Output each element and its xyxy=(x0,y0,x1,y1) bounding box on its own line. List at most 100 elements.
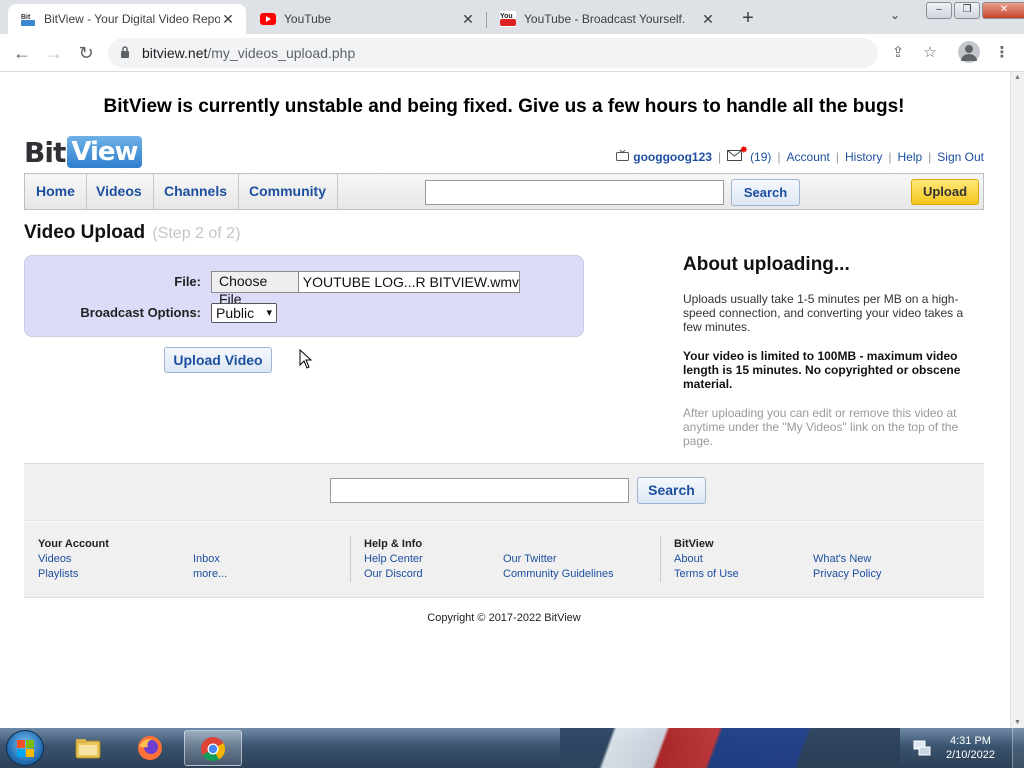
window-controls: – ❐ ✕ xyxy=(924,2,1024,19)
footer-link-privacy-policy[interactable]: Privacy Policy xyxy=(813,568,881,580)
profile-avatar-icon[interactable] xyxy=(958,41,980,63)
chrome-icon xyxy=(201,737,225,762)
tv-icon xyxy=(616,149,630,164)
system-tray: 4:31 PM 2/10/2022 xyxy=(912,728,995,768)
taskbar-firefox[interactable] xyxy=(122,730,180,766)
bitview-favicon-icon: Bit xyxy=(20,11,36,27)
inbox-mail-icon[interactable]: ✸ xyxy=(727,145,748,164)
tab-search-chevron-icon[interactable]: ⌄ xyxy=(890,8,900,22)
file-input[interactable]: Choose File YOUTUBE LOG...R BITVIEW.wmv xyxy=(211,271,520,307)
lock-icon xyxy=(120,45,134,61)
page-title-text: Video Upload xyxy=(24,222,146,243)
help-link[interactable]: Help xyxy=(897,150,922,164)
show-desktop-button[interactable] xyxy=(1012,728,1024,768)
start-button[interactable] xyxy=(6,730,44,766)
upload-video-button[interactable]: Upload Video xyxy=(164,347,272,373)
tab-title: BitView - Your Digital Video Repo xyxy=(44,12,220,26)
broadcast-options-select[interactable]: Public ▾ xyxy=(211,303,277,323)
nav-channels[interactable]: Channels xyxy=(153,174,240,209)
tab-title: YouTube xyxy=(284,12,332,26)
nav-videos[interactable]: Videos xyxy=(85,174,154,209)
file-label: File: xyxy=(174,274,201,289)
tab-youtube-broadcast[interactable]: You YouTube - Broadcast Yourself. ✕ xyxy=(488,4,726,34)
tab-youtube[interactable]: YouTube ✕ xyxy=(248,4,486,34)
forward-arrow-icon[interactable]: → xyxy=(42,41,66,65)
wallpaper-strip xyxy=(560,728,900,768)
new-tab-button[interactable]: + xyxy=(736,7,760,31)
account-link[interactable]: Account xyxy=(787,150,830,164)
footer-heading-bitview: BitView xyxy=(674,538,714,550)
footer-divider xyxy=(660,536,661,582)
footer-link-more[interactable]: more... xyxy=(193,568,227,580)
footer-heading-your-account: Your Account xyxy=(38,538,109,550)
about-heading: About uploading... xyxy=(683,254,850,275)
svg-text:You: You xyxy=(500,13,513,20)
header-search-button[interactable]: Search xyxy=(731,179,800,206)
footer-search-input[interactable] xyxy=(330,478,629,503)
footer-link-terms-of-use[interactable]: Terms of Use xyxy=(674,568,739,580)
footer-link-community-guidelines[interactable]: Community Guidelines xyxy=(503,568,614,580)
file-explorer-icon xyxy=(75,739,101,759)
choose-file-button[interactable]: Choose File xyxy=(212,272,299,307)
windows-logo-icon xyxy=(17,740,34,757)
header-upload-button[interactable]: Upload xyxy=(911,179,979,205)
taskbar-chrome[interactable] xyxy=(184,730,242,766)
footer-link-our-twitter[interactable]: Our Twitter xyxy=(503,553,557,565)
copyright-text: Copyright © 2017-2022 BitView xyxy=(427,612,581,624)
user-bar: googgoog123 | ✸ (19) | Account | History… xyxy=(616,145,984,164)
about-text-edit: After uploading you can edit or remove t… xyxy=(683,406,959,448)
close-tab-icon[interactable]: ✕ xyxy=(460,11,476,28)
network-icon[interactable] xyxy=(912,739,932,757)
footer-link-about[interactable]: About xyxy=(674,553,703,565)
scroll-down-icon[interactable]: ▼ xyxy=(1014,719,1021,726)
page-title: Video Upload (Step 2 of 2) xyxy=(24,222,240,244)
address-bar[interactable]: bitview.net/my_videos_upload.php xyxy=(108,38,878,68)
browser-toolbar: ← → ↻ bitview.net/my_videos_upload.php ⇪… xyxy=(0,34,1024,72)
svg-text:Bit: Bit xyxy=(21,14,31,21)
footer-search-button[interactable]: Search xyxy=(637,477,706,504)
header-search-input[interactable] xyxy=(425,180,724,205)
star-bookmark-icon[interactable]: ☆ xyxy=(918,41,942,65)
more-menu-icon[interactable]: ⋮ xyxy=(990,41,1014,65)
page-scrollbar[interactable]: ▲ ▼ xyxy=(1010,72,1024,728)
scroll-up-icon[interactable]: ▲ xyxy=(1014,74,1021,81)
broadcast-selected-value: Public xyxy=(216,305,255,321)
taskbar-clock[interactable]: 4:31 PM 2/10/2022 xyxy=(946,734,995,762)
url-host: bitview.net xyxy=(142,45,208,61)
sign-out-link[interactable]: Sign Out xyxy=(937,150,984,164)
firefox-icon xyxy=(138,736,162,760)
footer-link-whats-new[interactable]: What's New xyxy=(813,553,871,565)
tab-strip: Bit BitView - Your Digital Video Repo ✕ … xyxy=(0,0,1024,34)
close-tab-icon[interactable]: ✕ xyxy=(220,11,236,28)
footer-link-videos[interactable]: Videos xyxy=(38,553,71,565)
youtube-old-favicon-icon: You xyxy=(500,11,516,27)
share-icon[interactable]: ⇪ xyxy=(886,41,910,65)
footer-search-bar: Search xyxy=(24,463,984,521)
clock-date: 2/10/2022 xyxy=(946,749,995,761)
nav-community[interactable]: Community xyxy=(238,174,338,209)
broadcast-options-label: Broadcast Options: xyxy=(80,305,201,320)
about-uploading-panel: About uploading... Uploads usually take … xyxy=(683,254,973,463)
bitview-logo[interactable]: Bit View xyxy=(24,134,142,168)
footer-link-help-center[interactable]: Help Center xyxy=(364,553,423,565)
reload-icon[interactable]: ↻ xyxy=(74,41,98,65)
footer-links: Your Account Videos Inbox Playlists more… xyxy=(24,522,984,598)
close-window-button[interactable]: ✕ xyxy=(982,2,1024,19)
inbox-count-link[interactable]: (19) xyxy=(750,150,771,164)
history-link[interactable]: History xyxy=(845,150,882,164)
footer-link-our-discord[interactable]: Our Discord xyxy=(364,568,423,580)
logo-bit-text: Bit xyxy=(24,136,66,169)
taskbar-file-explorer[interactable] xyxy=(60,730,118,766)
footer-link-inbox[interactable]: Inbox xyxy=(193,553,220,565)
about-text-speed: Uploads usually take 1-5 minutes per MB … xyxy=(683,292,964,334)
minimize-button[interactable]: – xyxy=(926,2,952,19)
back-arrow-icon[interactable]: ← xyxy=(10,41,34,65)
close-tab-icon[interactable]: ✕ xyxy=(700,11,716,28)
username-link[interactable]: googgoog123 xyxy=(633,150,712,164)
nav-home[interactable]: Home xyxy=(25,174,87,209)
footer-link-playlists[interactable]: Playlists xyxy=(38,568,78,580)
restore-button[interactable]: ❐ xyxy=(954,2,980,19)
tab-bitview[interactable]: Bit BitView - Your Digital Video Repo ✕ xyxy=(8,4,246,34)
taskbar: 4:31 PM 2/10/2022 xyxy=(0,728,1024,768)
clock-time: 4:31 PM xyxy=(949,735,991,747)
